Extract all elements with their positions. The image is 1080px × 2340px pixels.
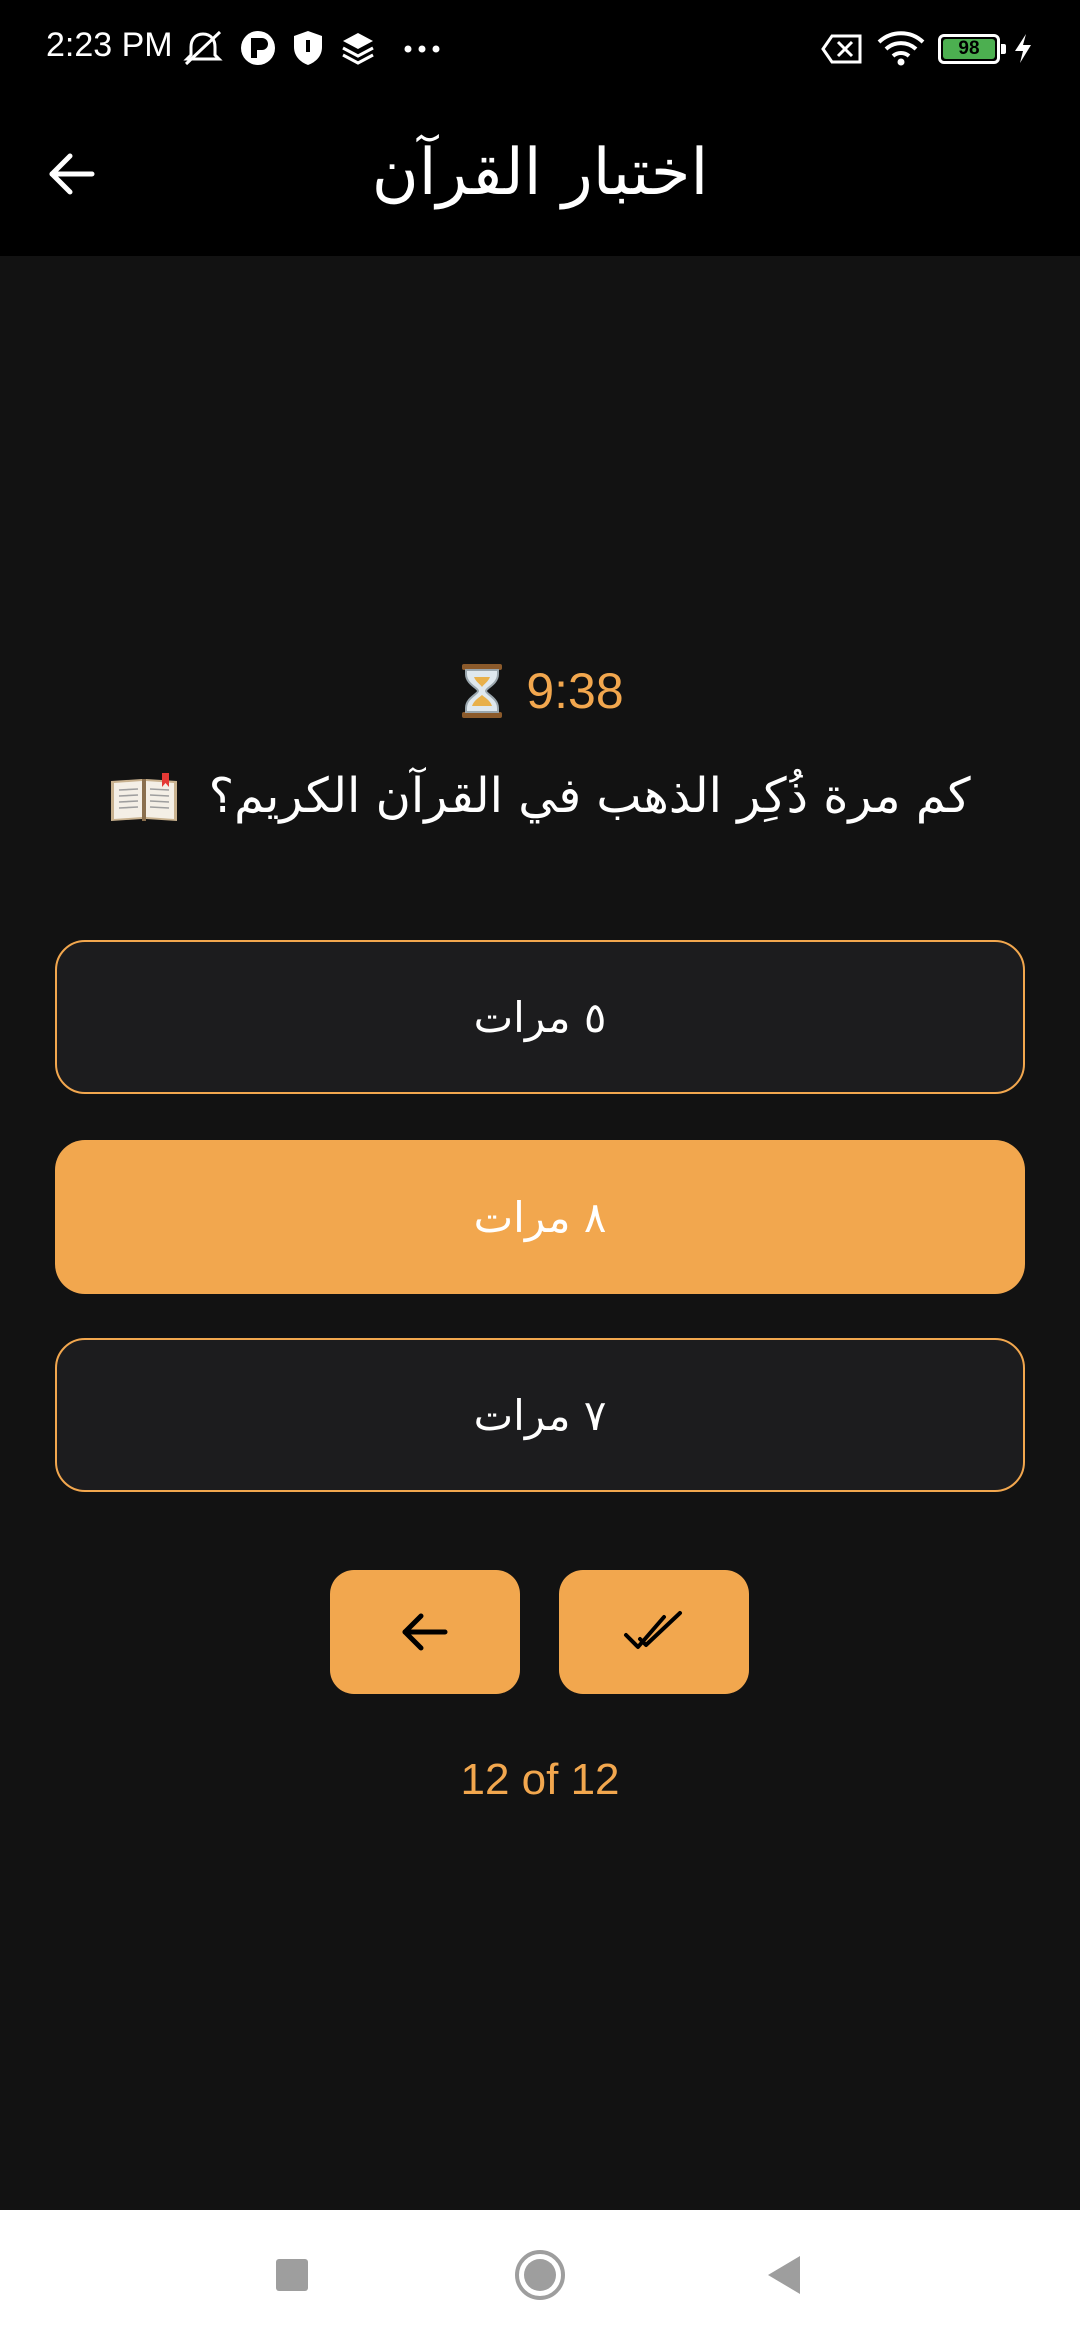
question-label: كم مرة ذُكِر الذهب في القرآن الكريم؟ — [208, 768, 971, 824]
home-circle-icon[interactable] — [513, 2248, 567, 2302]
app-bar: اختبار القرآن — [0, 100, 1080, 256]
more-icon — [404, 45, 440, 53]
previous-question-button[interactable] — [330, 1570, 520, 1694]
answer-option-label: ٧ مرات — [473, 1390, 607, 1440]
answer-option-2-selected[interactable]: ٨ مرات — [55, 1140, 1025, 1294]
sim-off-icon — [821, 34, 862, 64]
mute-icon — [183, 30, 223, 66]
timer: 9:38 — [0, 656, 1080, 726]
shield-icon — [294, 31, 322, 65]
quiz-content: 9:38 كم مرة ذُكِر الذهب في القرآن الكريم… — [0, 256, 1080, 2210]
timer-value: 9:38 — [526, 663, 624, 719]
submit-button[interactable] — [559, 1570, 749, 1694]
battery-level: 98 — [958, 38, 980, 59]
back-triangle-icon[interactable] — [762, 2248, 806, 2302]
double-check-icon — [624, 1611, 682, 1649]
open-book-icon — [111, 773, 178, 821]
answer-option-label: ٨ مرات — [473, 1192, 607, 1242]
layers-icon — [342, 33, 374, 65]
page-title: اختبار القرآن — [371, 136, 709, 210]
status-bar: 2:23 PM 98 — [0, 0, 1080, 100]
question-text: كم مرة ذُكِر الذهب في القرآن الكريم؟ — [60, 756, 1020, 836]
hourglass-icon — [462, 664, 503, 718]
answer-option-label: ٥ مرات — [473, 992, 607, 1042]
charging-icon — [1015, 34, 1031, 63]
status-time: 2:23 PM — [46, 26, 173, 64]
arrow-left-icon — [402, 1613, 448, 1651]
battery-icon: 98 — [938, 34, 1006, 64]
answer-option-1[interactable]: ٥ مرات — [55, 940, 1025, 1094]
app-p-icon — [241, 31, 275, 65]
answer-option-3[interactable]: ٧ مرات — [55, 1338, 1025, 1492]
question-progress: 12 of 12 — [460, 1755, 620, 1804]
wifi-icon — [877, 31, 925, 66]
recents-square-icon[interactable] — [270, 2248, 314, 2302]
system-navigation-bar — [0, 2210, 1080, 2340]
